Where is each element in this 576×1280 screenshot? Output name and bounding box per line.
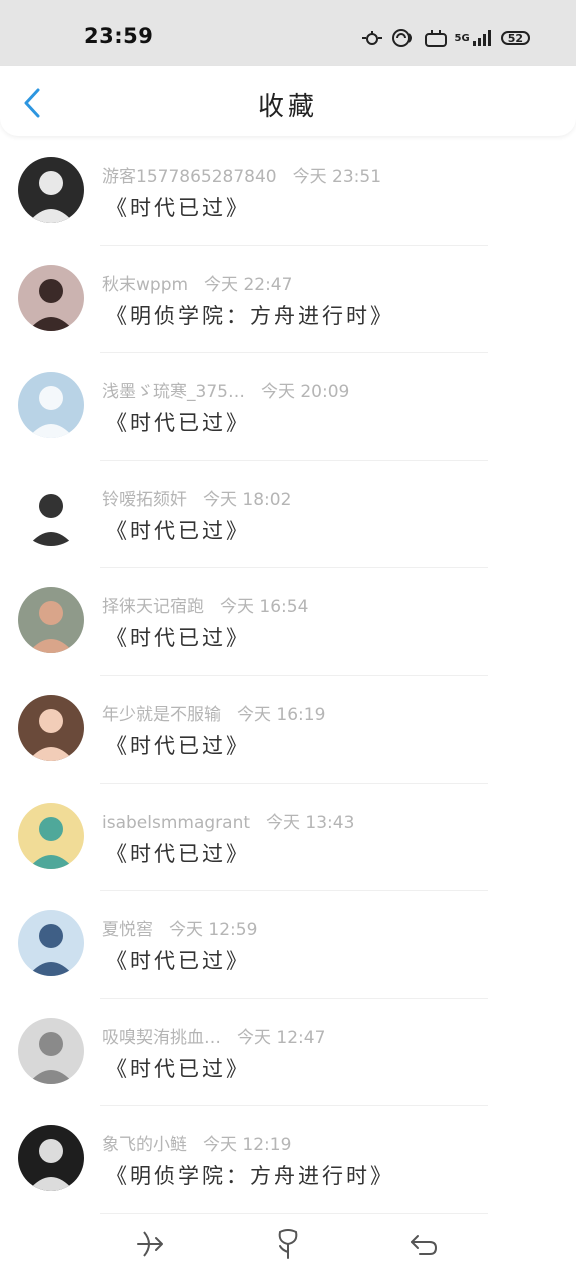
item-meta: isabelsmmagrant 今天 13:43 (102, 808, 354, 833)
avatar[interactable] (18, 1017, 84, 1084)
list-item[interactable]: 吸嗅契洧挑血… 今天 12:47 《时代已过》 (0, 999, 576, 1107)
work-title[interactable]: 《时代已过》 (106, 945, 250, 975)
work-title[interactable]: 《时代已过》 (106, 407, 250, 437)
list-item[interactable]: 年少就是不服输 今天 16:19 《时代已过》 (0, 676, 576, 784)
work-title[interactable]: 《时代已过》 (106, 838, 250, 868)
list-item[interactable]: 择徕天记宿跑 今天 16:54 《时代已过》 (0, 568, 576, 676)
list-item[interactable]: 游客1577865287840 今天 23:51 《时代已过》 (0, 138, 576, 246)
avatar[interactable] (18, 802, 84, 869)
work-title[interactable]: 《时代已过》 (106, 515, 250, 545)
user-name[interactable]: isabelsmmagrant (102, 813, 250, 833)
item-meta: 铃嗳拓颏奸 今天 18:02 (102, 485, 291, 510)
battery-level: 52 (507, 31, 523, 45)
avatar[interactable] (18, 1125, 84, 1192)
item-meta: 择徕天记宿跑 今天 16:54 (102, 592, 308, 617)
user-name[interactable]: 择徕天记宿跑 (102, 592, 204, 617)
avatar[interactable] (18, 372, 84, 439)
timestamp: 今天 12:47 (237, 1027, 326, 1048)
battery-indicator: 52 (500, 31, 530, 45)
status-icons: 5G 52 (360, 26, 530, 50)
nav-arrow-button[interactable] (132, 1226, 168, 1262)
avatar[interactable] (18, 264, 84, 331)
timestamp: 今天 18:02 (203, 489, 292, 510)
list-item[interactable]: 夏悦窖 今天 12:59 《时代已过》 (0, 891, 576, 999)
return-icon (411, 1235, 438, 1255)
alarm-icon (360, 29, 384, 47)
list-item[interactable]: 秋末wppm 今天 22:47 《明侦学院：方舟进行时》 (0, 246, 576, 354)
item-meta: 年少就是不服输 今天 16:19 (102, 700, 325, 725)
work-title[interactable]: 《时代已过》 (106, 730, 250, 760)
user-name[interactable]: 年少就是不服输 (102, 700, 221, 725)
timestamp: 今天 16:19 (237, 704, 326, 725)
wifi-icon (391, 28, 417, 48)
avatar[interactable] (18, 479, 84, 546)
work-title[interactable]: 《时代已过》 (106, 622, 250, 652)
user-name[interactable]: 吸嗅契洧挑血… (102, 1023, 221, 1048)
nav-rose-button[interactable] (270, 1226, 306, 1262)
bow-arrow-icon (137, 1231, 163, 1257)
list-item[interactable]: 浅墨ゞ琉寒_375… 今天 20:09 《时代已过》 (0, 353, 576, 461)
timestamp: 今天 23:51 (292, 167, 382, 187)
avatar[interactable] (18, 157, 84, 223)
list-item[interactable]: 象飞的小鲢 今天 12:19 《明侦学院：方舟进行时》 (0, 1106, 576, 1214)
timestamp: 今天 13:43 (266, 812, 355, 833)
hd-icon (424, 28, 448, 48)
timestamp: 今天 20:09 (260, 382, 350, 403)
top-bar: 收藏 (0, 66, 576, 136)
work-title[interactable]: 《时代已过》 (106, 192, 250, 222)
status-bar: 23:59 5G 52 (0, 0, 576, 66)
avatar[interactable] (18, 910, 84, 977)
avatar[interactable] (18, 694, 84, 761)
nav-back-button[interactable] (406, 1226, 442, 1262)
item-meta: 夏悦窖 今天 12:59 (102, 915, 257, 940)
rose-icon (278, 1229, 298, 1259)
favorites-list: 游客1577865287840 今天 23:51 《时代已过》 秋末wppm 今天 22… (0, 138, 576, 1214)
list-item[interactable]: 铃嗳拓颏奸 今天 18:02 《时代已过》 (0, 461, 576, 569)
item-meta: 吸嗅契洧挑血… 今天 12:47 (102, 1023, 325, 1048)
timestamp: 今天 16:54 (220, 597, 309, 618)
user-name[interactable]: 秋末wppm (102, 270, 188, 295)
item-meta: 秋末wppm 今天 22:47 (102, 270, 292, 295)
work-title[interactable]: 《明侦学院：方舟进行时》 (106, 300, 394, 330)
item-meta: 象飞的小鲢 今天 12:19 (102, 1130, 291, 1155)
item-meta: 浅墨ゞ琉寒_375… 今天 20:09 (102, 377, 349, 402)
work-title[interactable]: 《时代已过》 (106, 1053, 250, 1083)
avatar[interactable] (18, 587, 84, 654)
work-title[interactable]: 《明侦学院：方舟进行时》 (106, 1160, 394, 1190)
timestamp: 今天 12:59 (169, 920, 258, 941)
timestamp: 今天 12:19 (203, 1135, 292, 1156)
list-item[interactable]: isabelsmmagrant 今天 13:43 《时代已过》 (0, 784, 576, 892)
timestamp: 今天 22:47 (204, 274, 293, 295)
user-name[interactable]: 夏悦窖 (102, 915, 153, 940)
page-title: 收藏 (257, 92, 318, 122)
item-meta: 游客1577865287840 今天 23:51 (102, 162, 381, 187)
bottom-nav (0, 1208, 576, 1280)
user-name[interactable]: 浅墨ゞ琉寒_375… (102, 377, 245, 402)
network-label: 5G (454, 32, 470, 44)
user-name[interactable]: 象飞的小鲢 (102, 1130, 187, 1155)
user-name[interactable]: 游客1577865287840 (102, 162, 277, 187)
user-name[interactable]: 铃嗳拓颏奸 (102, 485, 187, 510)
status-time: 23:59 (84, 24, 154, 48)
signal-icon: 5G (455, 29, 494, 47)
